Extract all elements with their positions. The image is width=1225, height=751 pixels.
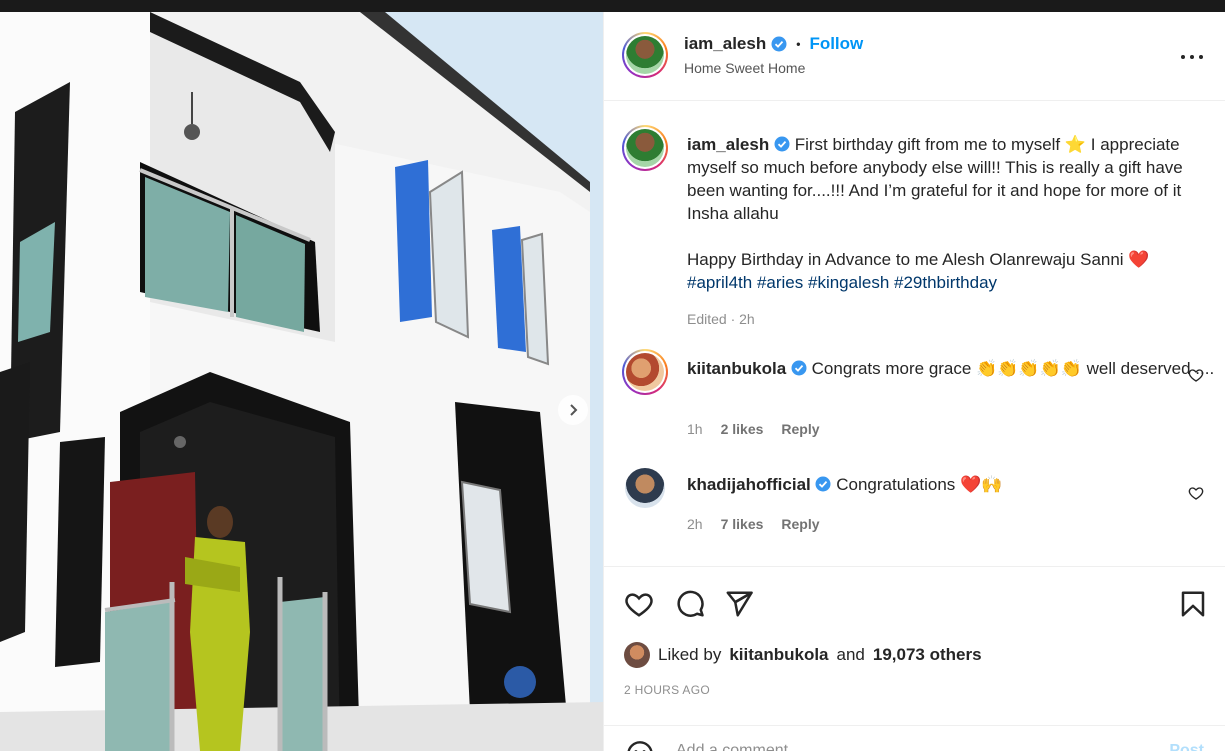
hashtag-link[interactable]: #aries — [757, 273, 803, 292]
liked-by-user-link[interactable]: kiitanbukola — [729, 645, 828, 665]
comment-username[interactable]: khadijahofficial — [687, 475, 811, 494]
caption-avatar[interactable] — [622, 125, 668, 171]
caption-username[interactable]: iam_alesh — [687, 135, 769, 154]
comment-time: 2h — [687, 516, 703, 532]
caption-text-block: iam_alesh First birthday gift from me to… — [687, 133, 1222, 331]
follow-button[interactable]: Follow — [809, 34, 863, 54]
save-bookmark-icon[interactable] — [1178, 589, 1208, 619]
comment-text-block: kiitanbukola Congrats more grace 👏👏👏👏👏 w… — [687, 357, 1222, 380]
comment-avatar[interactable] — [622, 349, 668, 395]
post-location[interactable]: Home Sweet Home — [684, 60, 805, 76]
comment-meta: 1h 2 likes Reply — [687, 421, 820, 437]
comment-likes[interactable]: 2 likes — [721, 421, 764, 437]
hashtag-link[interactable]: #april4th — [687, 273, 752, 292]
author-username[interactable]: iam_alesh — [684, 34, 766, 54]
next-photo-button[interactable] — [558, 395, 588, 425]
header-user-line: iam_alesh • Follow — [684, 34, 863, 54]
house-illustration — [0, 12, 603, 751]
verified-badge-icon — [815, 476, 831, 492]
more-options-icon[interactable] — [1181, 46, 1203, 68]
like-heart-icon[interactable] — [624, 589, 654, 619]
liker-avatar[interactable] — [624, 642, 650, 668]
like-comment-heart-icon[interactable] — [1188, 367, 1204, 383]
liked-by-others-link[interactable]: 19,073 others — [873, 645, 982, 665]
comment-username[interactable]: kiitanbukola — [687, 359, 786, 378]
add-comment-bar: Add a comment... Post — [604, 725, 1225, 751]
comment-reply-button[interactable]: Reply — [781, 421, 819, 437]
verified-badge-icon — [791, 360, 807, 376]
post-header: iam_alesh • Follow Home Sweet Home — [604, 12, 1225, 101]
comment-time: 1h — [687, 421, 703, 437]
emoji-smiley-icon[interactable] — [626, 740, 654, 751]
comment-bubble-icon[interactable] — [675, 589, 705, 619]
chevron-right-icon — [570, 404, 578, 416]
comment-input[interactable]: Add a comment... — [676, 742, 801, 751]
liked-by-prefix: Liked by — [658, 645, 722, 664]
caption-meta: Edited · 2h — [687, 311, 755, 327]
caption-hashtags: #april4th #aries #kingalesh #29thbirthda… — [687, 271, 1222, 294]
comment-likes[interactable]: 7 likes — [721, 516, 764, 532]
hashtag-link[interactable]: #kingalesh — [808, 273, 889, 292]
share-send-icon[interactable] — [724, 589, 754, 619]
like-comment-heart-icon[interactable] — [1188, 485, 1204, 501]
separator-dot: • — [796, 37, 801, 51]
verified-badge-icon — [774, 136, 790, 152]
comments-list[interactable]: iam_alesh First birthday gift from me to… — [604, 101, 1225, 566]
browser-top-strip — [0, 0, 1225, 12]
comment-text: Congrats more grace 👏👏👏👏👏 well deserved … — [811, 359, 1215, 378]
hashtag-link[interactable]: #29thbirthday — [894, 273, 997, 292]
liked-by-line: Liked by kiitanbukola and 19,073 others — [624, 642, 982, 668]
verified-badge-icon — [771, 36, 787, 52]
post-time-ago[interactable]: 2 HOURS AGO — [624, 683, 710, 697]
caption-birthday-line: Happy Birthday in Advance to me Alesh Ol… — [687, 250, 1150, 269]
comment-avatar[interactable] — [625, 468, 665, 508]
comment-text-block: khadijahofficial Congratulations ❤️🙌 — [687, 473, 1222, 496]
comment-meta: 2h 7 likes Reply — [687, 516, 820, 532]
author-avatar[interactable] — [622, 32, 668, 78]
author-avatar-image — [626, 36, 664, 74]
action-bar — [604, 566, 1225, 630]
comment-text: Congratulations ❤️🙌 — [836, 475, 1003, 494]
post-side-panel: iam_alesh • Follow Home Sweet Home iam_a… — [603, 12, 1225, 751]
post-photo[interactable] — [0, 12, 603, 751]
liked-by-and: and — [836, 645, 865, 664]
comment-reply-button[interactable]: Reply — [781, 516, 819, 532]
post-comment-button[interactable]: Post — [1169, 742, 1204, 751]
